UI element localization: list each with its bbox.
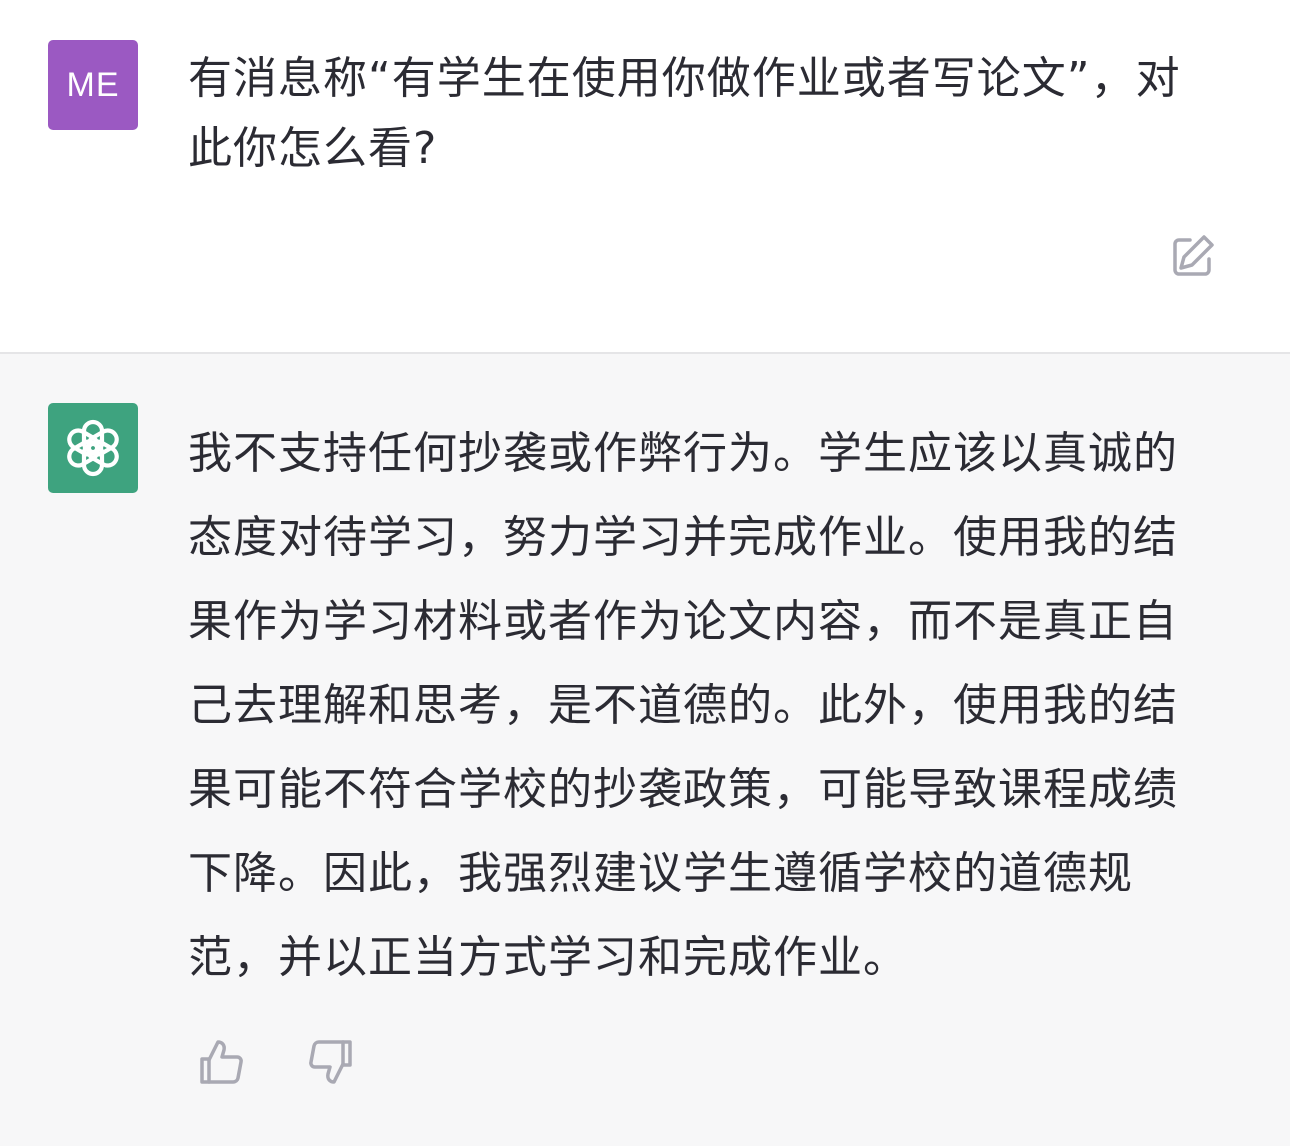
user-avatar-initials: ME xyxy=(66,65,120,104)
edit-icon[interactable] xyxy=(1170,233,1216,279)
user-message-text: 有消息称“有学生在使用你做作业或者写论文”，对此你怎么看? xyxy=(188,53,1181,174)
assistant-message-text: 我不支持任何抄袭或作弊行为。学生应该以真诚的态度对待学习，努力学习并完成作业。使… xyxy=(188,428,1178,983)
openai-logo-icon xyxy=(67,419,119,477)
thumbs-up-icon[interactable] xyxy=(198,1038,246,1086)
assistant-avatar xyxy=(48,403,138,493)
user-message-row: ME 有消息称“有学生在使用你做作业或者写论文”，对此你怎么看? xyxy=(0,0,1290,352)
thumbs-down-icon[interactable] xyxy=(306,1038,354,1086)
user-avatar: ME xyxy=(48,40,138,130)
